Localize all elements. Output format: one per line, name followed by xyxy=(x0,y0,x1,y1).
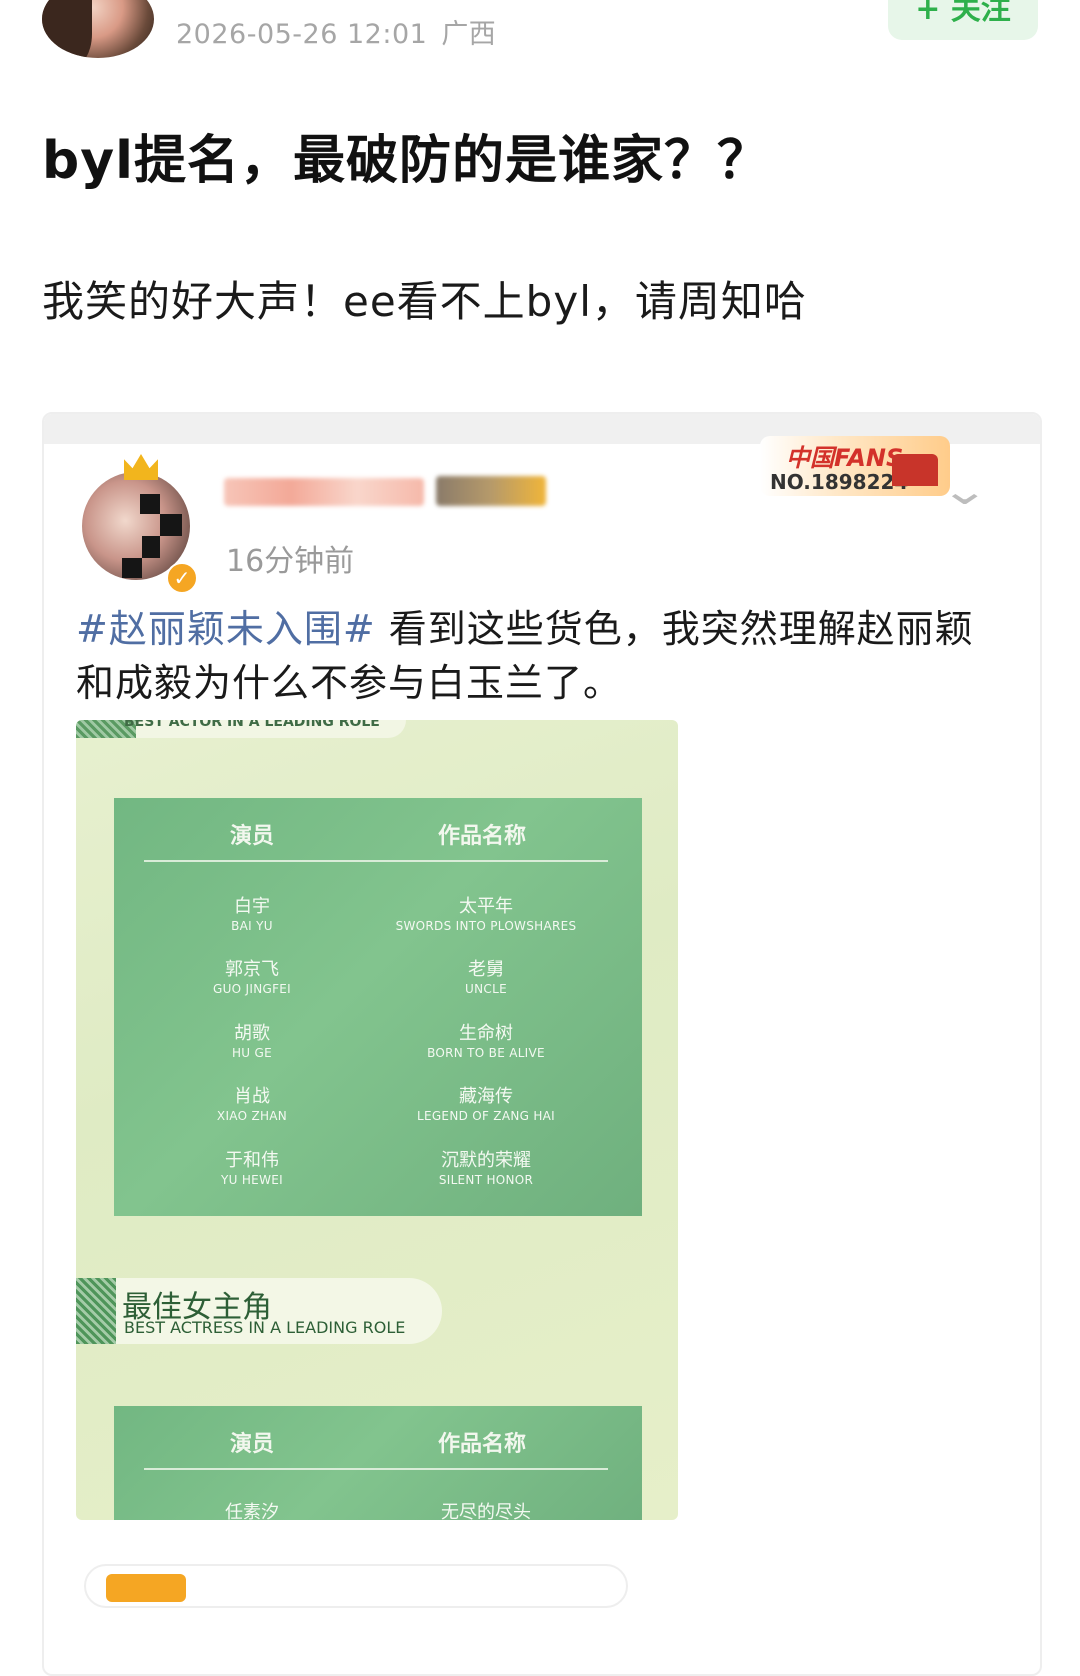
verified-badge-icon: ✓ xyxy=(166,562,198,594)
fans-badge-number: NO.1898224 xyxy=(770,470,909,494)
quoted-post-card[interactable]: ✓ 16分钟前 中国FANS NO.1898224 ⌄ #赵丽颖未入围# 看到这… xyxy=(42,412,1042,1676)
author-avatar[interactable] xyxy=(42,0,154,58)
post-location: 广西 xyxy=(441,19,497,50)
table-header-actor: 演员 xyxy=(230,1432,275,1457)
nomination-poster-image[interactable]: BEST ACTOR IN A LEADING ROLE 演员 作品名称 白宇 … xyxy=(76,720,678,1520)
nominee-work: 沉默的荣耀 SILENT HONOR xyxy=(438,1150,534,1187)
post-body: 我笑的好大声！ee看不上byl，请周知哈 xyxy=(42,277,807,326)
table-header-actor: 演员 xyxy=(230,824,275,849)
fans-badge: 中国FANS NO.1898224 xyxy=(760,436,950,496)
post-meta: 2026-05-26 12:01 广西 xyxy=(176,12,496,51)
post-title: byl提名，最破防的是谁家？？ xyxy=(42,131,770,191)
table-divider xyxy=(144,1468,608,1470)
nominee-actor: 肖战 XIAO ZHAN xyxy=(216,1086,288,1123)
nominee-work: 藏海传 LEGEND OF ZANG HAI xyxy=(416,1086,556,1123)
nominee-work: 无尽的尽头 xyxy=(441,1502,531,1520)
hashtag-link[interactable]: #赵丽颖未入围# xyxy=(76,607,376,651)
quoted-author-name-blurred[interactable] xyxy=(224,478,424,506)
quoted-post-footer-pill[interactable] xyxy=(84,1564,628,1608)
quoted-post-time: 16分钟前 xyxy=(226,544,355,579)
nominee-actor: 任素汐 xyxy=(225,1502,279,1520)
nominee-work: 生命树 BORN TO BE ALIVE xyxy=(427,1023,545,1060)
nominee-actor: 白宇 BAI YU xyxy=(231,896,273,933)
chevron-down-icon[interactable]: ⌄ xyxy=(940,468,990,514)
quoted-author-level-badge-blurred xyxy=(436,476,546,506)
post-header: 2026-05-26 12:01 广西 + 关注 xyxy=(0,0,1080,60)
nominee-actor: 郭京飞 GUO JINGFEI xyxy=(212,959,292,996)
fans-badge-brand: 中国FANS xyxy=(786,444,904,472)
nominee-actor: 胡歌 HU GE xyxy=(231,1023,272,1060)
follow-button[interactable]: + 关注 xyxy=(888,0,1038,40)
banner-actor-en: BEST ACTOR IN A LEADING ROLE xyxy=(124,720,380,730)
footer-badge xyxy=(106,1574,186,1602)
nominee-work: 太平年 SWORDS INTO PLOWSHARES xyxy=(395,896,577,933)
gate-icon xyxy=(892,454,938,486)
poster-banner-actress: 最佳女主角 BEST ACTRESS IN A LEADING ROLE xyxy=(76,1278,442,1344)
nominee-work: 老舅 UNCLE xyxy=(465,959,507,996)
nominee-actor: 于和伟 YU HEWEI xyxy=(221,1150,283,1187)
table-header-work: 作品名称 xyxy=(438,824,527,849)
table-divider xyxy=(144,860,608,862)
crown-icon xyxy=(124,454,158,480)
poster-banner-actor: BEST ACTOR IN A LEADING ROLE xyxy=(76,720,406,738)
quoted-post-text: #赵丽颖未入围# 看到这些货色，我突然理解赵丽颖和成毅为什么不参与白玉兰了。 xyxy=(76,602,976,710)
table-header-work: 作品名称 xyxy=(438,1432,527,1457)
actor-nominee-table: 演员 作品名称 白宇 BAI YU 太平年 SWORDS INTO PLOWSH… xyxy=(114,798,642,1216)
banner-stripe xyxy=(76,1278,116,1344)
actress-nominee-table: 演员 作品名称 任素汐 无尽的尽头 xyxy=(114,1406,642,1520)
banner-actress-en: BEST ACTRESS IN A LEADING ROLE xyxy=(124,1318,406,1337)
post-timestamp: 2026-05-26 12:01 xyxy=(176,19,428,50)
